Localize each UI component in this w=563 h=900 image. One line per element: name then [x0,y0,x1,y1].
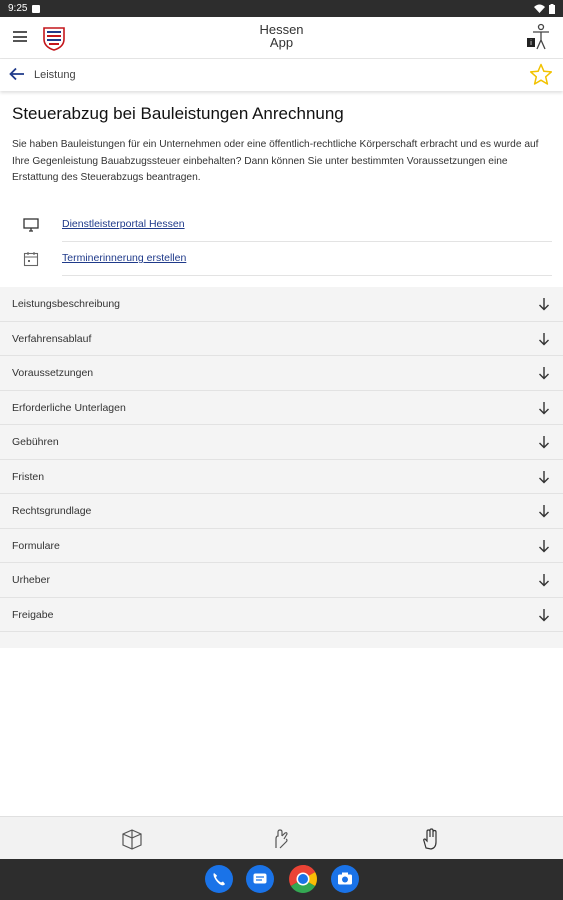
phone-icon [205,865,233,893]
battery-icon [549,3,555,14]
intro-text: Sie haben Bauleistungen für ein Unterneh… [12,139,539,183]
accordion-label: Leistungsbeschreibung [12,298,120,310]
map-icon[interactable] [121,828,143,850]
accessibility-icon[interactable]: i [525,23,551,51]
arrow-down-icon [539,332,549,345]
accordion-label: Rechtsgrundlage [12,505,92,517]
accordion-item-rechtsgrundlage[interactable]: Rechtsgrundlage [0,494,563,529]
arrow-down-icon [539,367,549,380]
arrow-down-icon [539,505,549,518]
accordion-label: Fristen [12,470,45,483]
bottom-tab-bar [0,816,563,859]
page-toolbar: Leistung [0,59,563,91]
camera-app[interactable] [331,865,359,893]
terminerinnerung-link[interactable]: Terminerinnerung erstellen [62,252,186,264]
accordion-item-leistungsbeschreibung[interactable]: Leistungsbeschreibung [0,287,563,322]
arrow-down-icon [539,401,549,414]
arrow-down-icon [539,608,549,621]
sign-language-icon[interactable] [270,828,292,850]
notification-icon [32,4,41,13]
accordion-label: Freigabe [12,608,54,621]
accordion-item-fristen[interactable]: Fristen [0,460,563,494]
arrow-down-icon [539,298,549,311]
system-dock [0,859,563,900]
status-time: 9:25 [8,3,28,14]
monitor-icon [23,218,39,232]
accordion-item-freigabe[interactable]: Freigabe [0,598,563,632]
hand-icon[interactable] [419,828,441,850]
back-arrow-icon[interactable] [9,67,25,81]
app-title-line2: App [269,35,294,50]
accordion-item-formulare[interactable]: Formulare [0,529,563,563]
service-details-accordion: Leistungsbeschreibung Verfahrensablauf V… [0,287,563,648]
accordion-label: Urheber [12,574,50,586]
link-row-dienstleisterportal[interactable]: Dienstleisterportal Hessen [12,208,552,242]
phone-app[interactable] [205,865,233,893]
accordion-label: Gebühren [12,436,59,448]
link-row-terminerinnerung[interactable]: Terminerinnerung erstellen [12,242,552,276]
arrow-down-icon [539,539,549,552]
divider [62,275,552,276]
status-bar: 9:25 [0,0,563,17]
toolbar-label: Leistung [34,69,76,81]
camera-icon [331,865,359,893]
accordion-item-verfahrensablauf[interactable]: Verfahrensablauf [0,322,563,356]
accordion-label: Verfahrensablauf [12,332,92,345]
accordion-label: Erforderliche Unterlagen [12,401,126,414]
messages-icon [246,865,274,893]
accordion-label: Voraussetzungen [12,367,94,379]
app-header: Hessen App i [0,17,563,59]
arrow-down-icon [539,436,549,449]
arrow-down-icon [539,574,549,587]
wifi-icon [534,4,545,13]
calendar-icon [23,252,39,267]
favorite-star-icon[interactable] [529,63,553,86]
page-title: Steuerabzug bei Bauleistungen Anrechnung [12,104,344,123]
messages-app[interactable] [246,865,274,893]
dienstleisterportal-link[interactable]: Dienstleisterportal Hessen [62,218,185,230]
accordion-item-voraussetzungen[interactable]: Voraussetzungen [0,356,563,391]
accordion-label: Formulare [12,539,60,552]
app-title: Hessen App [0,23,563,49]
arrow-down-icon [539,470,549,483]
chrome-app[interactable] [289,865,317,893]
accordion-item-urheber[interactable]: Urheber [0,563,563,598]
accordion-item-erforderliche-unterlagen[interactable]: Erforderliche Unterlagen [0,391,563,425]
accordion-item-gebuehren[interactable]: Gebühren [0,425,563,460]
chrome-icon [289,865,317,893]
